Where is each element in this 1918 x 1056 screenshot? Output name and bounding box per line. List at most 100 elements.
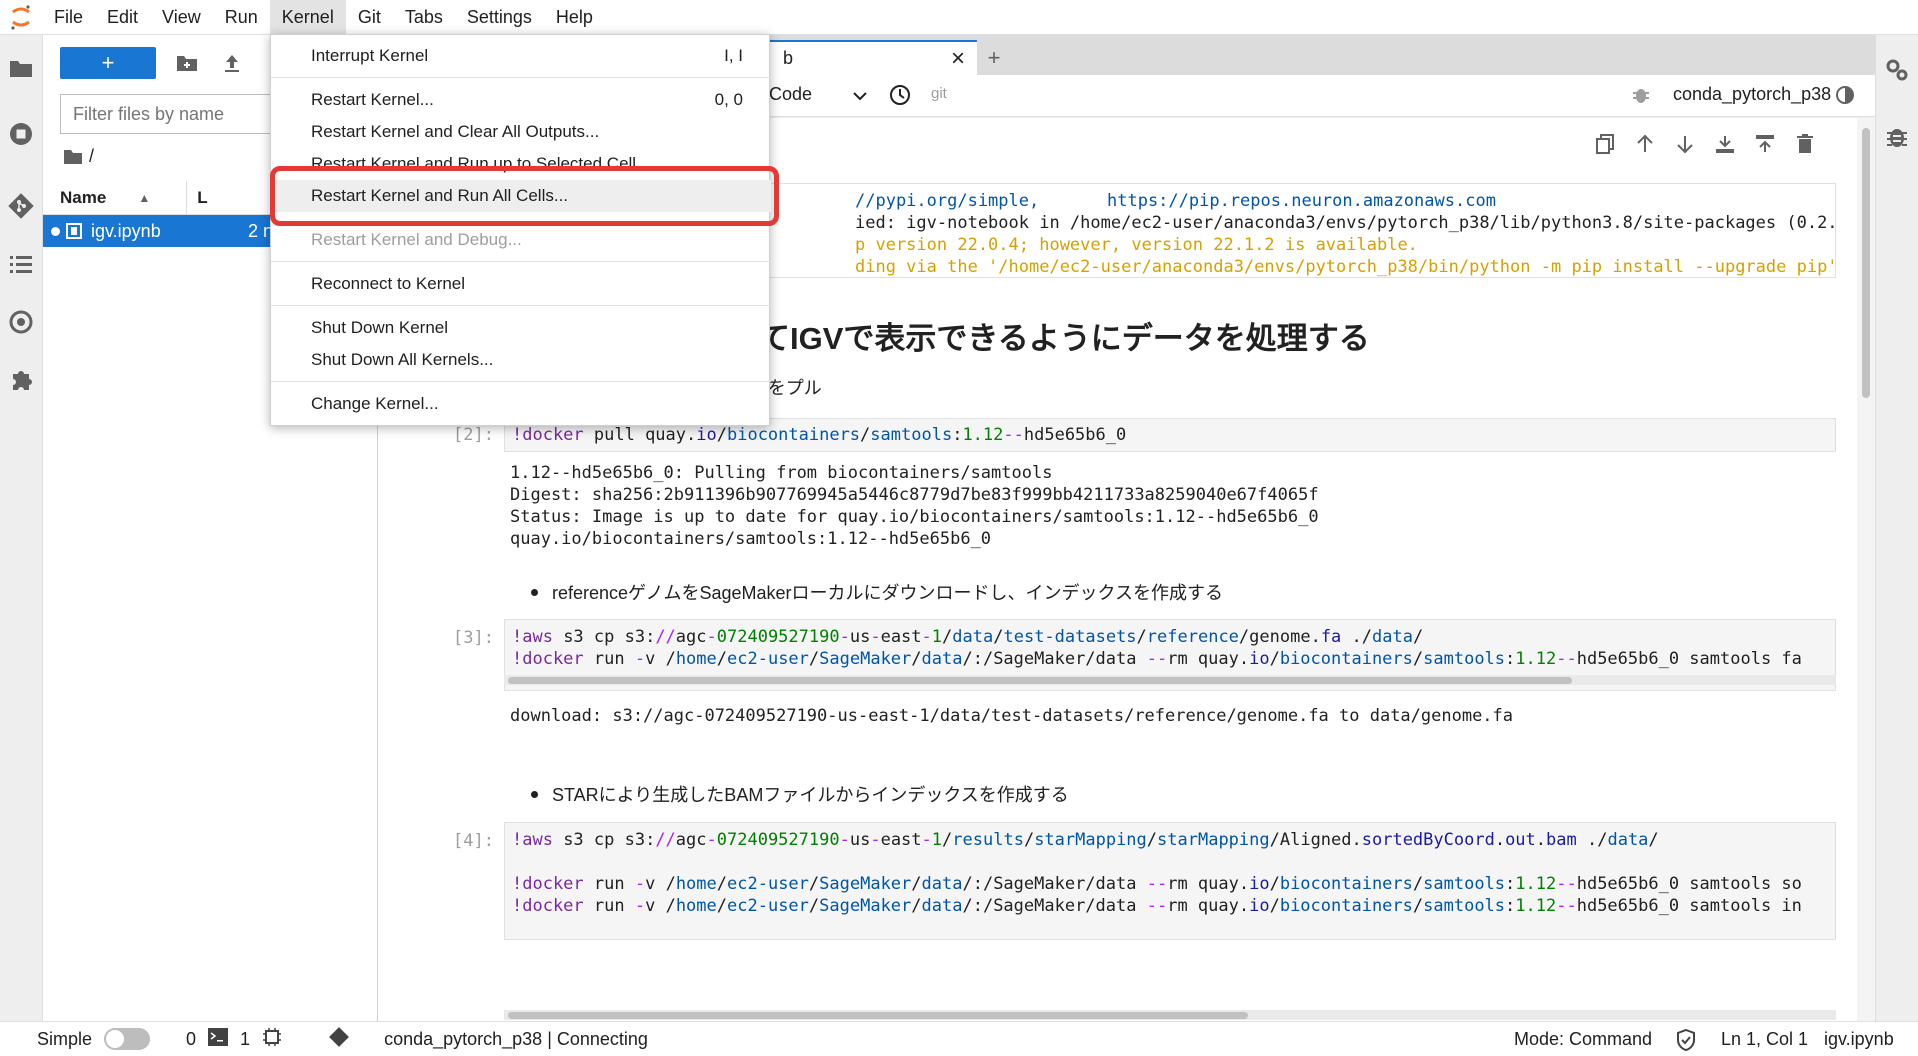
menu-item-restart-clear-outputs[interactable]: Restart Kernel and Clear All Outputs... bbox=[271, 116, 771, 148]
simple-mode-label: Simple bbox=[37, 1028, 93, 1049]
menu-item-label: Change Kernel... bbox=[311, 394, 439, 413]
bullet-text: STARにより生成したBAMファイルからインデックスを作成する bbox=[552, 785, 1069, 805]
notebook-file-icon bbox=[66, 223, 82, 239]
output-line: 1.12--hd5e65b6_0: Pulling from biocontai… bbox=[510, 463, 1053, 483]
column-last-modified[interactable]: L bbox=[197, 188, 207, 208]
markdown-bullet: STARにより生成したBAMファイルからインデックスを作成する bbox=[531, 781, 1069, 807]
tab-label: b bbox=[783, 48, 794, 68]
folder-icon[interactable] bbox=[6, 53, 36, 83]
right-activity-bar bbox=[1875, 35, 1918, 1021]
running-kernels-icon[interactable] bbox=[6, 119, 36, 149]
code-line: !docker run -v /home/ec2-user/SageMaker/… bbox=[512, 874, 1802, 894]
menu-item-label: Reconnect to Kernel bbox=[311, 274, 466, 293]
new-launcher-button[interactable]: + bbox=[60, 47, 156, 79]
menu-tabs[interactable]: Tabs bbox=[393, 0, 455, 35]
breadcrumb-root[interactable]: / bbox=[89, 146, 94, 167]
cell-prompt: [3]: bbox=[453, 628, 494, 648]
property-inspector-icon[interactable] bbox=[6, 307, 36, 337]
delete-cell-icon[interactable] bbox=[1791, 130, 1819, 158]
column-name[interactable]: Name bbox=[60, 188, 106, 208]
debugger-bug-icon[interactable] bbox=[1882, 121, 1912, 151]
output-line: ied: igv-notebook in /home/ec2-user/anac… bbox=[855, 213, 1836, 233]
kernels-count[interactable]: 1 bbox=[240, 1029, 250, 1050]
output-link[interactable]: https://pip.repos.neuron.amazonaws.com bbox=[1107, 191, 1496, 211]
cursor-position[interactable]: Ln 1, Col 1 bbox=[1721, 1029, 1808, 1050]
menu-item-interrupt-kernel[interactable]: Interrupt Kernel I, I bbox=[271, 40, 771, 72]
running-dot-icon bbox=[51, 226, 60, 236]
code-line: !docker pull quay.io/biocontainers/samto… bbox=[512, 425, 1127, 445]
menu-item-label: Restart Kernel and Clear All Outputs... bbox=[311, 122, 600, 141]
new-folder-icon[interactable] bbox=[173, 49, 201, 77]
extension-manager-icon[interactable] bbox=[6, 365, 36, 395]
markdown-heading: てIGVで表示できるようにデータを処理する bbox=[759, 321, 1370, 356]
menu-item-label: Shut Down All Kernels... bbox=[311, 350, 494, 369]
output-line: p version 22.0.4; however, version 22.1.… bbox=[855, 235, 1418, 255]
git-status-icon[interactable] bbox=[328, 1026, 350, 1053]
left-activity-bar bbox=[0, 35, 43, 1021]
menu-item-restart-kernel[interactable]: Restart Kernel... 0, 0 bbox=[271, 84, 771, 116]
sort-ascending-icon: ▲ bbox=[138, 190, 151, 205]
menu-item-restart-debug: Restart Kernel and Debug... bbox=[271, 224, 771, 256]
menu-item-label: Interrupt Kernel bbox=[311, 46, 429, 65]
output-line: //pypi.org/simple, bbox=[855, 191, 1040, 211]
menu-item-shortcut: 0, 0 bbox=[714, 90, 743, 109]
menu-item-change-kernel[interactable]: Change Kernel... bbox=[271, 388, 771, 420]
duplicate-cell-icon[interactable] bbox=[1591, 130, 1619, 158]
kernel-bug-icon[interactable] bbox=[1632, 85, 1650, 110]
gears-icon[interactable] bbox=[1882, 55, 1912, 85]
highlight-annotation-box bbox=[270, 166, 779, 226]
menu-item-label: Shut Down Kernel bbox=[311, 318, 449, 337]
cell-prompt: [4]: bbox=[453, 831, 494, 851]
kernel-status-text[interactable]: conda_pytorch_p38 | Connecting bbox=[384, 1029, 648, 1050]
menu-item-label: Restart Kernel and Debug... bbox=[311, 230, 522, 249]
menu-run[interactable]: Run bbox=[213, 0, 270, 35]
menu-item-shut-down-kernel[interactable]: Shut Down Kernel bbox=[271, 312, 771, 344]
menu-edit[interactable]: Edit bbox=[95, 0, 150, 35]
clock-icon[interactable] bbox=[889, 84, 911, 111]
move-up-icon[interactable] bbox=[1631, 130, 1659, 158]
cell-prompt: [2]: bbox=[453, 425, 494, 445]
output-line: quay.io/biocontainers/samtools:1.12--hd5… bbox=[510, 529, 992, 549]
upload-icon[interactable] bbox=[218, 49, 246, 77]
chevron-down-icon[interactable] bbox=[853, 85, 867, 106]
git-icon[interactable] bbox=[6, 191, 36, 221]
kernel-status-icon bbox=[1835, 85, 1855, 110]
terminals-count[interactable]: 0 bbox=[186, 1029, 196, 1050]
output-line: Digest: sha256:2b911396b907769945a5446c8… bbox=[510, 485, 1319, 505]
insert-below-icon[interactable] bbox=[1751, 130, 1779, 158]
menu-item-shortcut: I, I bbox=[724, 46, 743, 65]
move-down-icon[interactable] bbox=[1671, 130, 1699, 158]
simple-mode-toggle[interactable] bbox=[104, 1028, 151, 1050]
code-cell-4[interactable]: !aws s3 cp s3://agc-072409527190-us-east… bbox=[504, 822, 1836, 940]
horizontal-scrollbar[interactable] bbox=[504, 1010, 1836, 1020]
git-toolbar-label[interactable]: git bbox=[931, 85, 947, 102]
notebook-mode: Mode: Command bbox=[1514, 1028, 1653, 1049]
table-of-contents-icon[interactable] bbox=[6, 249, 36, 279]
kernel-menu-dropdown: Interrupt Kernel I, I Restart Kernel... … bbox=[270, 34, 771, 426]
markdown-bullet: referenceゲノムをSageMakerローカルにダウンロードし、インデック… bbox=[531, 579, 1223, 605]
cell-type-select[interactable]: Code bbox=[769, 84, 812, 105]
output-line: Status: Image is up to date for quay.io/… bbox=[510, 507, 1319, 527]
menu-kernel[interactable]: Kernel bbox=[269, 0, 346, 35]
insert-above-icon[interactable] bbox=[1711, 130, 1739, 158]
kernel-chip-icon bbox=[262, 1027, 282, 1052]
trusted-shield-icon[interactable] bbox=[1676, 1028, 1696, 1056]
menu-file[interactable]: File bbox=[42, 0, 95, 35]
vertical-scrollbar[interactable] bbox=[1857, 118, 1875, 1021]
menu-item-shut-down-all-kernels[interactable]: Shut Down All Kernels... bbox=[271, 344, 771, 376]
add-tab-button[interactable]: + bbox=[977, 40, 1011, 75]
folder-icon[interactable] bbox=[63, 149, 83, 165]
bullet-text: referenceゲノムをSageMakerローカルにダウンロードし、インデック… bbox=[552, 583, 1224, 603]
output-line: download: s3://agc-072409527190-us-east-… bbox=[510, 706, 1514, 726]
terminal-icon bbox=[208, 1027, 229, 1051]
close-icon[interactable]: × bbox=[951, 45, 965, 73]
kernel-name[interactable]: conda_pytorch_p38 bbox=[1673, 84, 1831, 105]
menu-item-reconnect-kernel[interactable]: Reconnect to Kernel bbox=[271, 268, 771, 300]
code-line: !aws s3 cp s3://agc-072409527190-us-east… bbox=[512, 627, 1424, 647]
menu-help[interactable]: Help bbox=[544, 0, 605, 35]
menu-view[interactable]: View bbox=[150, 0, 213, 35]
status-filename: igv.ipynb bbox=[1824, 1028, 1894, 1049]
menu-git[interactable]: Git bbox=[346, 0, 393, 35]
menu-settings[interactable]: Settings bbox=[455, 0, 544, 35]
horizontal-scrollbar[interactable] bbox=[504, 675, 1836, 685]
